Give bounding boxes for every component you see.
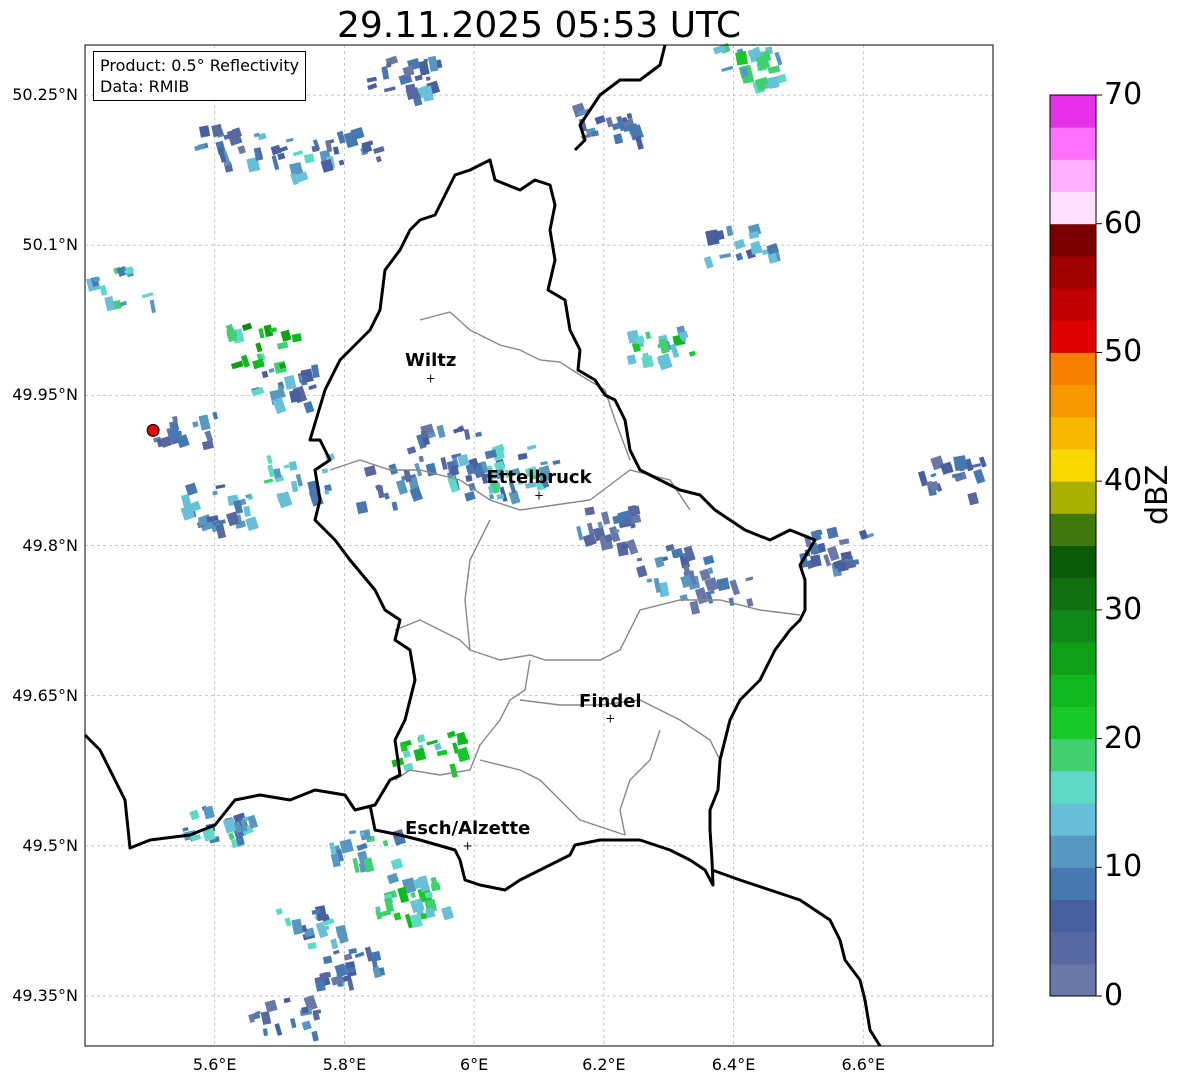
colorbar-label: dBZ — [1140, 464, 1175, 525]
colorbar-tick-label: 20 — [1104, 720, 1143, 756]
map-title: 29.11.2025 05:53 UTC — [336, 5, 742, 46]
colorbar-segment — [1050, 127, 1096, 160]
lon-tick-label: 6.4°E — [711, 1055, 756, 1074]
reflectivity-pixel — [303, 153, 315, 164]
city-marker: + — [426, 371, 436, 385]
reflectivity-pixel — [412, 899, 419, 905]
lon-tick-label: 6°E — [459, 1055, 489, 1074]
colorbar-segment — [1050, 899, 1096, 933]
city-label: Ettelbruck — [486, 467, 592, 489]
colorbar-segment — [1050, 320, 1096, 353]
lat-tick-label: 49.35°N — [12, 985, 78, 1005]
colorbar-segment — [1050, 448, 1096, 482]
lat-tick-label: 49.5°N — [22, 835, 78, 855]
city-label: Findel — [579, 690, 642, 712]
city-marker: + — [605, 712, 615, 726]
reflectivity-pixel — [198, 125, 211, 138]
lon-tick-label: 6.2°E — [582, 1055, 626, 1074]
colorbar-segment — [1050, 481, 1096, 514]
colorbar-segment — [1050, 95, 1096, 128]
colorbar-tick-label: 30 — [1104, 591, 1143, 627]
reflectivity-pixel — [418, 734, 426, 742]
product-label: Product: 0.5° Reflectivity — [100, 56, 300, 75]
reflectivity-pixel — [400, 743, 408, 752]
colorbar-tick-label: 60 — [1104, 205, 1143, 241]
colorbar-segment — [1050, 159, 1096, 193]
reflectivity-pixel — [430, 882, 441, 892]
colorbar-segment — [1050, 223, 1096, 257]
city-label: Esch/Alzette — [405, 817, 531, 839]
colorbar-segment — [1050, 513, 1096, 546]
reflectivity-pixel — [425, 76, 431, 81]
colorbar-segment — [1050, 835, 1096, 868]
lon-tick-label: 5.8°E — [322, 1055, 367, 1074]
reflectivity-pixel — [953, 455, 968, 472]
radar-map: + + + + — [83, 43, 1102, 1047]
lon-tick-label: 6.6°E — [841, 1055, 886, 1074]
lat-tick-label: 49.65°N — [12, 685, 78, 705]
lon-tick-label: 5.6°E — [192, 1055, 237, 1074]
colorbar-segment — [1050, 352, 1096, 386]
colorbar-tick-label: 70 — [1104, 77, 1143, 112]
reflectivity-pixel — [735, 50, 749, 66]
colorbar-tick-label: 0 — [1104, 978, 1124, 1013]
colorbar-segment — [1050, 770, 1096, 804]
colorbar-segment — [1050, 545, 1096, 579]
lat-tick-label: 49.95°N — [12, 385, 78, 405]
colorbar-segment — [1050, 738, 1096, 772]
colorbar-segment — [1050, 384, 1096, 418]
colorbar-segment — [1050, 674, 1096, 707]
colorbar-segment — [1050, 931, 1096, 965]
colorbar-tick-label: 40 — [1104, 463, 1143, 499]
colorbar-segment — [1050, 642, 1096, 675]
colorbar-segment — [1050, 963, 1096, 997]
colorbar-segment — [1050, 577, 1096, 611]
data-source-label: Data: RMIB — [100, 77, 190, 96]
lat-tick-label: 50.1°N — [22, 235, 78, 255]
city-label: Wiltz — [405, 350, 457, 372]
colorbar-tick-label: 50 — [1104, 334, 1143, 370]
colorbar — [1050, 94, 1102, 997]
colorbar-segment — [1050, 706, 1096, 740]
colorbar-tick-label: 10 — [1104, 849, 1143, 885]
reflectivity-pixel — [420, 430, 428, 438]
reflectivity-pixel — [288, 460, 298, 471]
city-marker: + — [534, 488, 544, 502]
lat-tick-label: 49.8°N — [22, 535, 78, 555]
radar-site-marker — [146, 423, 160, 437]
city-marker: + — [463, 839, 473, 853]
colorbar-segment — [1050, 288, 1096, 321]
lat-tick-label: 50.25°N — [12, 85, 78, 105]
colorbar-segment — [1050, 802, 1096, 836]
map-background — [85, 45, 993, 1046]
reflectivity-pixel — [324, 489, 330, 495]
colorbar-segment — [1050, 609, 1096, 643]
colorbar-segment — [1050, 255, 1096, 289]
colorbar-segment — [1050, 416, 1096, 450]
product-info-box: Product: 0.5° Reflectivity Data: RMIB — [93, 51, 307, 101]
colorbar-segment — [1050, 191, 1096, 225]
colorbar-segment — [1050, 867, 1096, 900]
